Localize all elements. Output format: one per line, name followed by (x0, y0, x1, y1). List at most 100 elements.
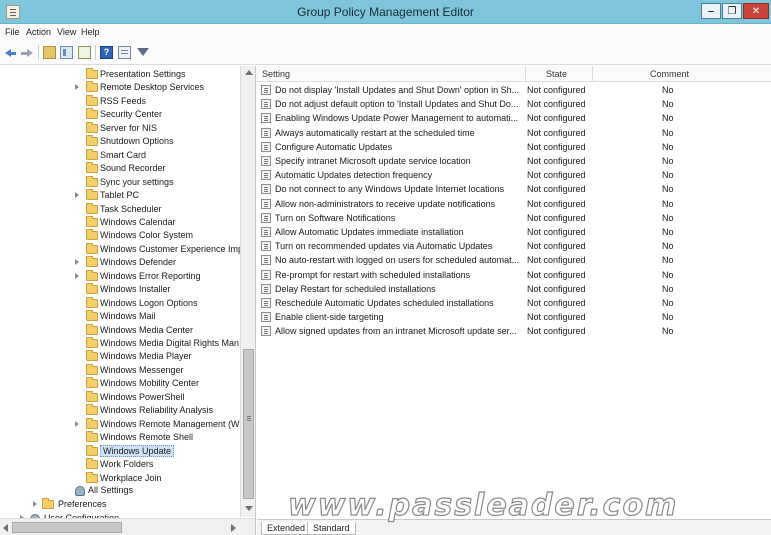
table-row[interactable]: Allow non-administrators to receive upda… (257, 197, 771, 211)
scroll-right-arrow-icon[interactable] (231, 524, 236, 532)
table-row[interactable]: Configure Automatic Updates Not configure… (257, 140, 771, 154)
help-icon[interactable]: ? (100, 46, 113, 59)
maximize-button[interactable]: ❐ (722, 3, 742, 19)
scroll-up-arrow-icon[interactable] (245, 70, 253, 75)
tree-item[interactable]: Task Scheduler (0, 202, 240, 216)
table-row[interactable]: Enabling Windows Update Power Management… (257, 111, 771, 125)
tree-item[interactable]: Windows Remote Management (Wi (0, 417, 242, 431)
menu-help[interactable]: Help (81, 27, 100, 37)
scroll-thumb[interactable] (12, 522, 122, 533)
expand-arrow-icon[interactable] (33, 501, 37, 507)
tree-item-preferences[interactable]: Preferences (0, 498, 240, 511)
export-list-icon[interactable] (78, 46, 91, 59)
table-row[interactable]: Turn on Software Notifications Not config… (257, 211, 771, 225)
table-row[interactable]: Do not adjust default option to 'Install… (257, 97, 771, 111)
table-row[interactable]: Automatic Updates detection frequency Not… (257, 168, 771, 182)
tree-item[interactable]: Windows Remote Shell (0, 431, 240, 444)
tree-item[interactable]: Windows Defender (0, 256, 240, 269)
table-row[interactable]: Do not display 'Install Updates and Shut… (257, 83, 771, 97)
table-row[interactable]: Delay Restart for scheduled installation… (257, 282, 771, 296)
tree-item[interactable]: Remote Desktop Services (0, 81, 240, 94)
column-divider[interactable] (592, 66, 593, 82)
policy-setting-icon (261, 85, 271, 95)
tree-item[interactable]: Security Center (0, 108, 240, 121)
column-header-setting[interactable]: Setting (262, 69, 290, 79)
tree-item[interactable]: Windows Calendar (0, 215, 240, 229)
table-row[interactable]: Specify intranet Microsoft update servic… (257, 154, 771, 168)
tree-item-all-settings[interactable]: All Settings (0, 484, 240, 497)
state-cell: Not configured (527, 255, 586, 266)
tree-item[interactable]: Windows PowerShell (0, 390, 240, 404)
tree-item-label: Windows Reliability Analysis (100, 405, 214, 416)
tab-extended[interactable]: Extended (261, 522, 312, 535)
menu-file[interactable]: File (5, 27, 20, 37)
scroll-thumb[interactable] (243, 349, 254, 499)
table-row[interactable]: No auto-restart with logged on users for… (257, 253, 771, 267)
table-row[interactable]: Allow signed updates from an intranet Mi… (257, 324, 771, 338)
tree-item[interactable]: Workplace Join (0, 471, 240, 485)
folder-icon (86, 269, 98, 281)
scroll-left-arrow-icon[interactable] (3, 524, 8, 532)
table-row[interactable]: Do not connect to any Windows Update Int… (257, 182, 771, 196)
close-button[interactable]: ✕ (743, 3, 769, 19)
tree-item[interactable]: Windows Reliability Analysis (0, 404, 240, 417)
comment-cell: No (662, 184, 674, 195)
tree-item-label: Windows Logon Options (100, 297, 198, 308)
filter-icon[interactable] (137, 48, 149, 56)
expand-arrow-icon[interactable] (75, 259, 79, 266)
properties-icon[interactable] (118, 46, 131, 59)
menu-action[interactable]: Action (26, 27, 51, 37)
expand-arrow-icon[interactable] (75, 84, 79, 91)
tree-item[interactable]: Windows Update (0, 444, 240, 458)
tree-item[interactable]: Windows Messenger (0, 363, 240, 377)
column-header-state[interactable]: State (546, 69, 567, 79)
comment-cell: No (662, 241, 674, 252)
comment-cell: No (662, 113, 674, 124)
up-folder-icon[interactable] (43, 46, 56, 59)
comment-cell: No (662, 283, 674, 294)
table-row[interactable]: Re-prompt for restart with scheduled ins… (257, 268, 771, 282)
tree-item[interactable]: Windows Mobility Center (0, 377, 240, 390)
table-row[interactable]: Enable client-side targeting Not configur… (257, 310, 771, 324)
menu-view[interactable]: View (57, 27, 76, 37)
tree-item[interactable]: Sound Recorder (0, 162, 240, 175)
tree-item[interactable]: Sync your settings (0, 175, 240, 189)
tree-item[interactable]: Windows Media Digital Rights Man (0, 337, 240, 350)
tree-item[interactable]: Presentation Settings (0, 68, 240, 81)
tree-item[interactable]: Server for NIS (0, 121, 240, 135)
tree-vertical-scrollbar[interactable] (240, 66, 255, 517)
show-hide-tree-icon[interactable] (60, 46, 73, 59)
forward-arrow-icon[interactable] (21, 46, 34, 59)
tree-item[interactable]: Windows Media Player (0, 350, 240, 363)
state-cell: Not configured (527, 99, 586, 110)
tree-item[interactable]: Tablet PC (0, 189, 240, 202)
tree-item[interactable]: Windows Mail (0, 310, 240, 323)
tree-horizontal-scrollbar[interactable] (0, 518, 255, 535)
tree-item[interactable]: RSS Feeds (0, 94, 240, 108)
tree-item[interactable]: Windows Media Center (0, 323, 240, 337)
expand-arrow-icon[interactable] (75, 420, 79, 427)
folder-icon (86, 296, 98, 308)
column-divider[interactable] (525, 66, 526, 82)
tree-item[interactable]: Work Folders (0, 458, 240, 471)
tree-item[interactable]: Windows Installer (0, 283, 240, 296)
expand-arrow-icon[interactable] (75, 192, 79, 199)
table-row[interactable]: Turn on recommended updates via Automati… (257, 239, 771, 253)
table-row[interactable]: Always automatically restart at the sche… (257, 126, 771, 140)
column-header-comment[interactable]: Comment (650, 69, 689, 79)
table-row[interactable]: Reschedule Automatic Updates scheduled i… (257, 296, 771, 310)
tree-item[interactable]: Windows Customer Experience Imp (0, 242, 243, 256)
tree-item[interactable]: Windows Logon Options (0, 296, 240, 310)
table-row[interactable]: Allow Automatic Updates immediate instal… (257, 225, 771, 239)
tree-item[interactable]: Windows Error Reporting (0, 269, 240, 283)
expand-arrow-icon[interactable] (75, 272, 79, 279)
folder-icon (86, 458, 98, 470)
scroll-down-arrow-icon[interactable] (245, 506, 253, 511)
tree-item[interactable]: Smart Card (0, 148, 240, 162)
tree-item[interactable]: Shutdown Options (0, 135, 240, 148)
minimize-button[interactable]: ‒ (701, 3, 721, 19)
setting-cell: Allow signed updates from an intranet Mi… (275, 326, 517, 337)
tab-standard[interactable]: Standard (307, 522, 356, 535)
tree-item[interactable]: Windows Color System (0, 229, 240, 242)
back-arrow-icon[interactable] (5, 46, 18, 59)
